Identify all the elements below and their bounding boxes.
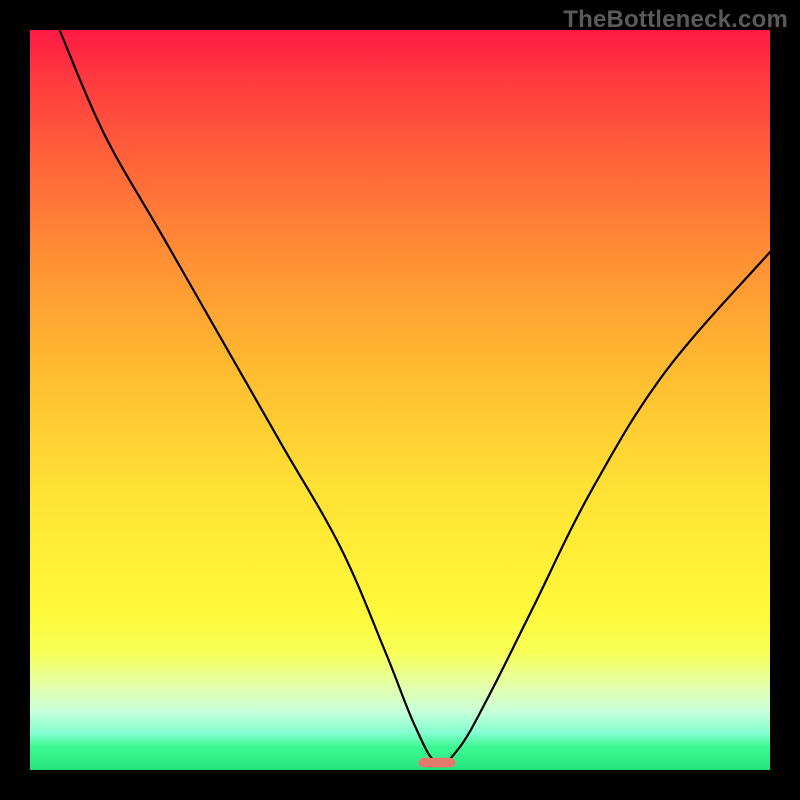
bottleneck-curve-path [60,30,770,764]
optimal-point-marker [419,758,456,768]
watermark-text: TheBottleneck.com [563,6,788,34]
chart-plot-area [30,30,770,770]
bottleneck-curve-svg [30,30,770,770]
